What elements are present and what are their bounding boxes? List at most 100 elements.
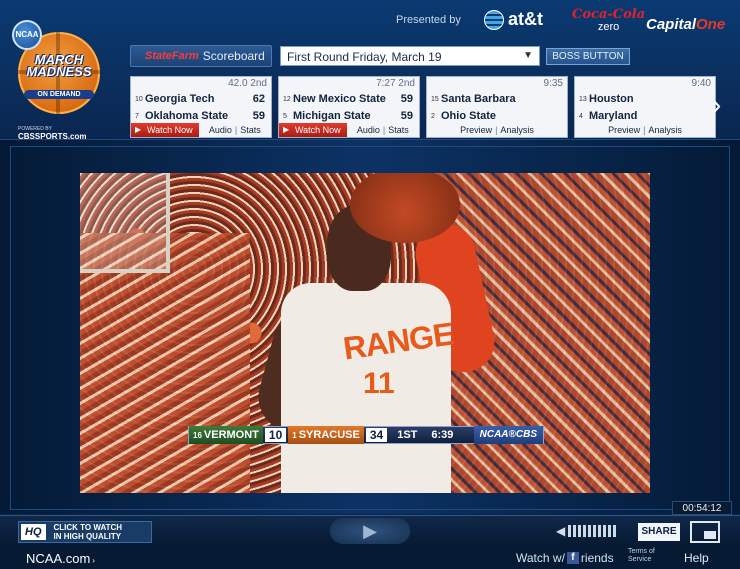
ncaa-com-link[interactable]: NCAA.com › bbox=[26, 551, 95, 566]
coke-zero-logo[interactable]: Coca-Cola zero bbox=[572, 8, 645, 34]
team-row: 5 Michigan State 59 bbox=[283, 108, 413, 124]
team-row: 13 Houston bbox=[579, 91, 709, 107]
game-card-footer: Watch Now Audio|Stats bbox=[279, 123, 419, 137]
stats-link[interactable]: Stats bbox=[388, 125, 409, 135]
team-seed: 15 bbox=[431, 95, 439, 103]
sponsor-bar: Presented by at&t Coca-Cola zero Capital… bbox=[380, 6, 740, 40]
audio-link[interactable]: Audio bbox=[357, 125, 380, 135]
logo-subtitle: ON DEMAND bbox=[24, 90, 94, 99]
team-name: Houston bbox=[589, 93, 634, 105]
game-links: Preview | Analysis bbox=[460, 125, 534, 135]
capital-one-prefix: Capital bbox=[646, 16, 697, 33]
game-clock: 7:27 2nd bbox=[376, 78, 415, 89]
terms-line1: Terms of bbox=[628, 548, 655, 555]
statefarm-logo: StateFarm bbox=[145, 50, 199, 62]
team-seed: 5 bbox=[283, 112, 287, 120]
score-bug-score: 10 bbox=[264, 428, 287, 442]
game-links: Audio | Stats bbox=[356, 125, 409, 135]
att-logo[interactable]: at&t bbox=[484, 9, 543, 30]
score-bug-team-name: SYRACUSE bbox=[298, 429, 360, 441]
team-row: 10 Georgia Tech 62 bbox=[135, 91, 265, 107]
team-row: 2 Ohio State bbox=[431, 108, 561, 124]
help-link[interactable]: Help bbox=[684, 551, 709, 565]
watch-now-button[interactable]: Watch Now bbox=[279, 123, 347, 137]
score-bug-score: 34 bbox=[365, 428, 388, 442]
team-row: 7 Oklahoma State 59 bbox=[135, 108, 265, 124]
team-seed: 2 bbox=[431, 112, 435, 120]
boss-button[interactable]: BOSS BUTTON bbox=[546, 48, 630, 65]
play-button[interactable]: ▶ bbox=[330, 518, 410, 544]
score-bug-team2: 1 SYRACUSE bbox=[288, 426, 364, 444]
watch-with-friends-link[interactable]: Watch w/ f riends bbox=[516, 551, 614, 565]
backboard bbox=[80, 173, 170, 273]
game-clock: 42.0 2nd bbox=[228, 78, 267, 89]
chevron-right-icon: › bbox=[92, 556, 95, 565]
game-clock: 9:40 bbox=[691, 78, 711, 89]
volume-slider[interactable] bbox=[568, 525, 617, 537]
att-wordmark: at&t bbox=[508, 9, 543, 29]
fullscreen-icon[interactable] bbox=[690, 521, 720, 543]
coke-zero-wordmark: zero bbox=[597, 21, 620, 33]
ncaa-com-label: NCAA.com bbox=[26, 551, 91, 566]
elapsed-time: 00:54:12 bbox=[672, 501, 732, 515]
volume-control[interactable]: ◀ bbox=[556, 524, 617, 538]
stats-link[interactable]: Stats bbox=[240, 125, 261, 135]
game-strip: 42.0 2nd 10 Georgia Tech 62 7 Oklahoma S… bbox=[130, 76, 720, 138]
game-card[interactable]: 7:27 2nd 12 New Mexico State 59 5 Michig… bbox=[278, 76, 420, 138]
logo-line2: MADNESS bbox=[26, 64, 92, 79]
coke-wordmark: Coca-Cola bbox=[572, 7, 646, 22]
terms-line2: Service bbox=[628, 556, 652, 563]
team-seed: 4 bbox=[579, 112, 583, 120]
score-bug-network: NCAA®CBS bbox=[473, 426, 543, 444]
team-seed: 13 bbox=[579, 95, 587, 103]
share-button[interactable]: SHARE bbox=[638, 523, 680, 541]
hq-badge: HQ bbox=[21, 524, 46, 540]
presented-by-label: Presented by bbox=[396, 14, 461, 26]
scoreboard-header: StateFarm Scoreboard bbox=[130, 45, 272, 67]
speaker-icon[interactable]: ◀ bbox=[556, 524, 565, 538]
game-card[interactable]: 42.0 2nd 10 Georgia Tech 62 7 Oklahoma S… bbox=[130, 76, 272, 138]
att-globe-icon bbox=[484, 9, 504, 30]
march-madness-logo[interactable]: NCAA MARCH MADNESS ON DEMAND POWERED BY … bbox=[4, 10, 116, 141]
game-card[interactable]: 9:40 13 Houston 4 Maryland Preview | Analy… bbox=[574, 76, 716, 138]
game-clock: 9:35 bbox=[543, 78, 563, 89]
video-player[interactable]: RANGE 11 16 VERMONT 10 1 SYRACUSE 34 1ST… bbox=[80, 173, 650, 493]
score-bug-clock: 6:39 bbox=[431, 429, 454, 441]
team-name: Oklahoma State bbox=[145, 110, 229, 122]
team-seed: 10 bbox=[135, 95, 143, 103]
capital-one-logo[interactable]: CapitalOne bbox=[646, 16, 725, 33]
round-select-value: First Round Friday, March 19 bbox=[287, 50, 442, 64]
score-bug-team-name: VERMONT bbox=[203, 429, 259, 441]
team-seed: 7 bbox=[135, 112, 139, 120]
round-select[interactable]: First Round Friday, March 19 ▼ bbox=[280, 46, 540, 66]
team-score: 59 bbox=[400, 110, 413, 122]
game-card[interactable]: 9:35 15 Santa Barbara 2 Ohio State Previ… bbox=[426, 76, 568, 138]
chevron-right-icon[interactable]: › bbox=[712, 88, 726, 122]
score-bug-period: 1ST bbox=[397, 429, 418, 441]
analysis-link[interactable]: Analysis bbox=[648, 125, 682, 135]
score-bug: 16 VERMONT 10 1 SYRACUSE 34 1ST 6:39 NCA… bbox=[188, 426, 544, 444]
score-bug-team1: 16 VERMONT bbox=[189, 426, 263, 444]
watch-now-button[interactable]: Watch Now bbox=[131, 123, 199, 137]
team-name: New Mexico State bbox=[293, 93, 386, 105]
team-seed: 12 bbox=[283, 95, 291, 103]
game-card-footer: Preview | Analysis bbox=[427, 123, 567, 137]
header: NCAA MARCH MADNESS ON DEMAND POWERED BY … bbox=[0, 0, 740, 141]
game-links: Audio | Stats bbox=[208, 125, 261, 135]
ncaa-seal-icon: NCAA bbox=[12, 20, 42, 50]
preview-link[interactable]: Preview bbox=[608, 125, 640, 135]
audio-link[interactable]: Audio bbox=[209, 125, 232, 135]
score-bug-seed: 16 bbox=[193, 430, 202, 440]
facebook-icon: f bbox=[566, 552, 579, 564]
team-score: 59 bbox=[252, 110, 265, 122]
team-row: 15 Santa Barbara bbox=[431, 91, 561, 107]
hq-button[interactable]: HQ CLICK TO WATCH IN HIGH QUALITY bbox=[18, 521, 152, 543]
analysis-link[interactable]: Analysis bbox=[500, 125, 534, 135]
hq-label-line2: IN HIGH QUALITY bbox=[53, 532, 122, 541]
terms-of-service-link[interactable]: Terms of Service bbox=[628, 548, 655, 564]
chevron-down-icon: ▼ bbox=[523, 50, 533, 61]
capital-one-suffix: One bbox=[696, 16, 726, 33]
preview-link[interactable]: Preview bbox=[460, 125, 492, 135]
score-bug-seed: 1 bbox=[292, 430, 297, 440]
team-name: Georgia Tech bbox=[145, 93, 215, 105]
